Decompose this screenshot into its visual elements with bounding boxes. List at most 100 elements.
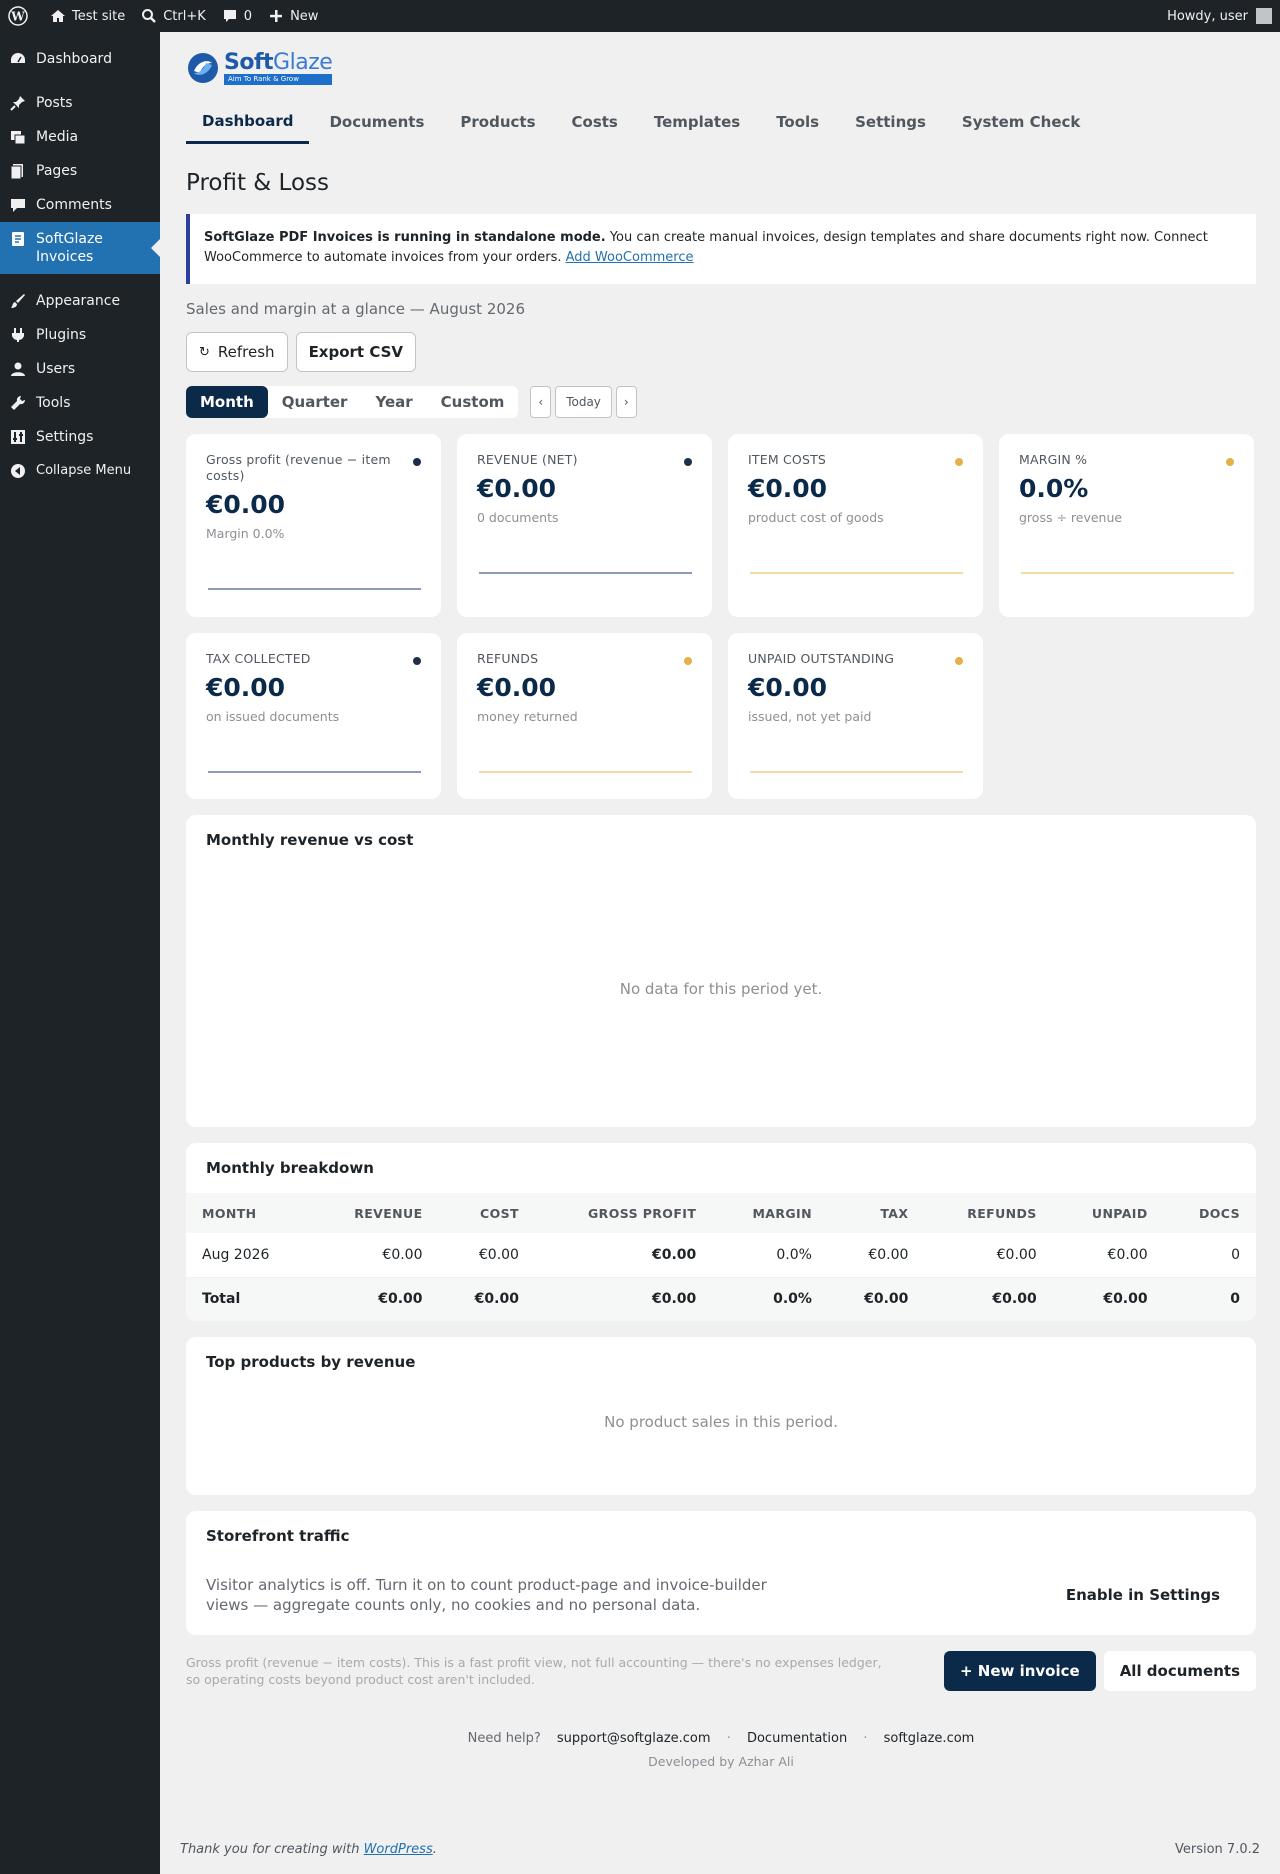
kpi-label: Gross profit (revenue − item costs) (206, 452, 391, 483)
refresh-button[interactable]: ↻ Refresh (186, 332, 288, 372)
kpi-card-margin[interactable]: MARGIN % 0.0% gross ÷ revenue (999, 434, 1254, 617)
tab-documents[interactable]: Documents (313, 100, 440, 144)
today-button[interactable]: Today (555, 386, 612, 418)
kpi-status-dot (1226, 458, 1234, 466)
table-cell: 0 (1163, 1277, 1256, 1321)
sidebar-item-comments[interactable]: Comments (0, 188, 160, 222)
sidebar-item-softglaze-invoices[interactable]: SoftGlaze Invoices (0, 222, 160, 274)
sidebar-item-appearance[interactable]: Appearance (0, 284, 160, 318)
search-icon (142, 9, 157, 23)
sidebar-item-tools[interactable]: Tools (0, 386, 160, 420)
kpi-status-dot (955, 458, 963, 466)
kpi-card-refunds[interactable]: REFUNDS €0.00 money returned (457, 633, 712, 799)
new-label: New (290, 8, 319, 24)
storefront-traffic-panel: Storefront traffic Visitor analytics is … (186, 1511, 1256, 1635)
account-menu[interactable]: Howdy, user (1167, 8, 1280, 24)
sidebar-item-plugins[interactable]: Plugins (0, 318, 160, 352)
period-year[interactable]: Year (361, 386, 426, 418)
traffic-body: Visitor analytics is off. Turn it on to … (186, 1561, 1256, 1635)
period-controls: Month Quarter Year Custom ‹ Today › (186, 386, 1256, 418)
table-cell: €0.00 (534, 1233, 713, 1278)
table-cell: €0.00 (1052, 1233, 1164, 1278)
softglaze-logo: SoftGlaze Aim To Rank & Grow (186, 49, 333, 85)
panel-title: Storefront traffic (206, 1527, 350, 1545)
documentation-link[interactable]: Documentation (747, 1731, 847, 1746)
kpi-value: €0.00 (748, 673, 828, 702)
page-title: Profit & Loss (186, 170, 329, 196)
user-icon (10, 360, 26, 378)
tab-settings[interactable]: Settings (839, 100, 942, 144)
search-shortcut-label: Ctrl+K (163, 8, 206, 24)
svg-text:W: W (10, 10, 25, 24)
kpi-label: REVENUE (NET) (477, 452, 578, 467)
kpi-status-dot (684, 657, 692, 665)
kpi-card-revenue[interactable]: REVENUE (NET) €0.00 0 documents (457, 434, 712, 617)
website-link[interactable]: softglaze.com (884, 1731, 975, 1746)
column-header: REFUNDS (924, 1193, 1053, 1233)
tab-dashboard[interactable]: Dashboard (186, 100, 310, 144)
enable-in-settings-button[interactable]: Enable in Settings (1066, 1586, 1220, 1604)
separator: · (863, 1731, 868, 1746)
action-buttons: ↻ Refresh Export CSV (186, 332, 1256, 372)
home-icon (51, 10, 65, 22)
sidebar-item-label: Tools (36, 395, 71, 411)
sidebar-item-settings[interactable]: Settings (0, 420, 160, 454)
comments-link[interactable]: 0 (214, 0, 260, 32)
kpi-sub: product cost of goods (748, 510, 884, 525)
comments-count: 0 (243, 8, 253, 24)
brand-name-a: Soft (224, 49, 274, 75)
tab-tools[interactable]: Tools (760, 100, 835, 144)
add-woocommerce-link[interactable]: Add WooCommerce (566, 250, 694, 265)
next-period-button[interactable]: › (615, 386, 637, 418)
footer-thanks-text: Thank you for creating with (180, 1842, 364, 1857)
search-shortcut[interactable]: Ctrl+K (133, 0, 214, 32)
period-navigation: ‹ Today › (530, 386, 637, 418)
refresh-icon: ↻ (199, 344, 210, 360)
sidebar-item-label: Comments (36, 197, 112, 213)
avatar (1256, 8, 1272, 24)
export-csv-button[interactable]: Export CSV (295, 332, 417, 372)
kpi-status-dot (684, 458, 692, 466)
standalone-notice: SoftGlaze PDF Invoices is running in sta… (186, 214, 1256, 284)
period-custom[interactable]: Custom (427, 386, 519, 418)
tab-templates[interactable]: Templates (638, 100, 756, 144)
pages-icon (10, 162, 26, 180)
softglaze-logo-icon (188, 53, 218, 83)
settings-icon (10, 428, 26, 446)
tab-products[interactable]: Products (444, 100, 551, 144)
all-documents-button[interactable]: All documents (1103, 1651, 1256, 1691)
sidebar-item-dashboard[interactable]: Dashboard (0, 42, 160, 76)
sidebar-item-users[interactable]: Users (0, 352, 160, 386)
wordpress-link[interactable]: WordPress (364, 1842, 433, 1857)
document-icon (10, 230, 26, 248)
table-cell: 0 (1163, 1233, 1256, 1278)
page-subtitle: Sales and margin at a glance — August 20… (186, 300, 525, 318)
wordpress-logo-icon[interactable]: W (0, 0, 42, 32)
kpi-card-unpaid-outstanding[interactable]: UNPAID OUTSTANDING €0.00 issued, not yet… (728, 633, 983, 799)
sidebar-item-posts[interactable]: Posts (0, 86, 160, 120)
new-content-link[interactable]: New (260, 0, 326, 32)
media-icon (10, 128, 26, 146)
previous-period-button[interactable]: ‹ (530, 386, 552, 418)
empty-state-message: No product sales in this period. (604, 1413, 838, 1431)
table-cell: €0.00 (311, 1233, 439, 1278)
table-cell: 0.0% (712, 1233, 828, 1278)
period-month[interactable]: Month (186, 386, 268, 418)
tab-costs[interactable]: Costs (556, 100, 634, 144)
sidebar-item-pages[interactable]: Pages (0, 154, 160, 188)
tab-system-check[interactable]: System Check (946, 100, 1096, 144)
panel-title: Monthly revenue vs cost (206, 831, 414, 849)
period-quarter[interactable]: Quarter (268, 386, 362, 418)
plug-icon (10, 326, 26, 344)
support-email-link[interactable]: support@softglaze.com (557, 1731, 711, 1746)
comment-icon (10, 196, 26, 214)
site-name-link[interactable]: Test site (42, 0, 133, 32)
column-header: REVENUE (311, 1193, 439, 1233)
sidebar-item-media[interactable]: Media (0, 120, 160, 154)
kpi-card-gross-profit[interactable]: Gross profit (revenue − item costs) €0.0… (186, 434, 441, 617)
kpi-sparkline (479, 771, 692, 773)
kpi-card-tax-collected[interactable]: TAX COLLECTED €0.00 on issued documents (186, 633, 441, 799)
new-invoice-button[interactable]: + New invoice (943, 1651, 1096, 1691)
collapse-menu-button[interactable]: Collapse Menu (0, 454, 160, 488)
kpi-card-item-costs[interactable]: ITEM COSTS €0.00 product cost of goods (728, 434, 983, 617)
